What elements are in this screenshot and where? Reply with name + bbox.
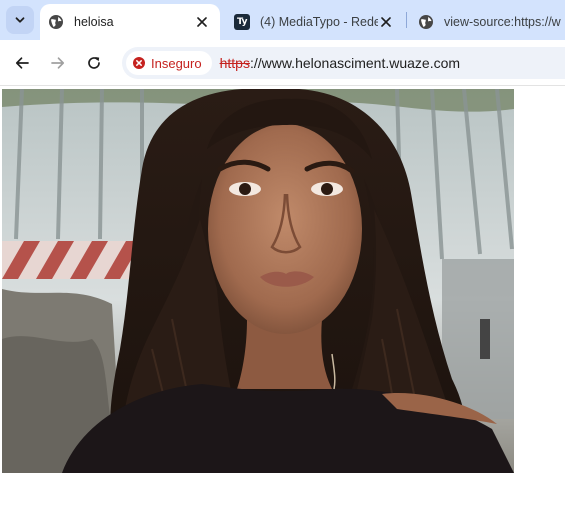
tab-title: (4) MediaTypo - Rede	[260, 15, 378, 29]
mediatypo-icon: Ty	[234, 14, 250, 30]
forward-button[interactable]	[47, 52, 69, 74]
page-content	[0, 87, 565, 513]
tab-search-button[interactable]	[6, 6, 34, 34]
url-host: ://www.helonasciment.wuaze.com	[249, 55, 461, 71]
warning-circle-icon	[133, 57, 145, 69]
globe-icon	[48, 14, 64, 30]
tab-heloisa[interactable]: heloisa	[40, 4, 220, 40]
tab-strip: heloisa Ty (4) MediaTypo - Rede view-sou…	[0, 0, 565, 40]
tab-title: heloisa	[74, 15, 114, 29]
url-text[interactable]: https://www.helonasciment.wuaze.com	[220, 55, 460, 71]
back-button[interactable]	[11, 52, 33, 74]
arrow-left-icon	[15, 57, 29, 69]
globe-icon	[418, 14, 434, 30]
security-label: Inseguro	[151, 55, 202, 71]
address-bar[interactable]: Inseguro https://www.helonasciment.wuaze…	[122, 47, 565, 79]
chevron-down-icon	[15, 17, 25, 23]
tab-view-source[interactable]: view-source:https://w	[410, 4, 565, 40]
close-tab-icon[interactable]	[194, 14, 210, 30]
reload-icon	[88, 57, 100, 69]
security-indicator-chip[interactable]: Inseguro	[126, 51, 212, 75]
portrait-image	[2, 89, 514, 473]
reload-button[interactable]	[83, 52, 105, 74]
arrow-right-icon	[51, 57, 65, 69]
portrait-photo	[2, 89, 514, 473]
url-scheme: https	[219, 55, 250, 71]
tab-mediatypo[interactable]: Ty (4) MediaTypo - Rede	[226, 4, 404, 40]
close-tab-icon[interactable]	[378, 14, 394, 30]
navigation-toolbar: Inseguro https://www.helonasciment.wuaze…	[0, 40, 565, 86]
tab-divider	[406, 12, 407, 28]
tab-title: view-source:https://w	[444, 15, 561, 29]
